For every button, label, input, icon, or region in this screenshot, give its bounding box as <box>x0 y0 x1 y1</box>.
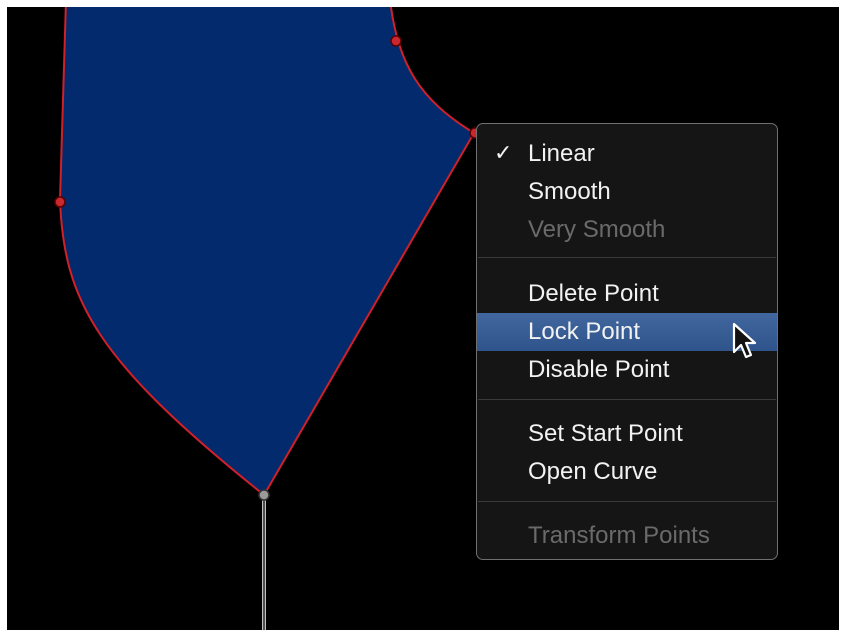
menu-item-label: Transform Points <box>528 522 710 549</box>
menu-item-transform-points: Transform Points <box>477 517 777 555</box>
bezier-shape[interactable] <box>58 7 476 497</box>
menu-item-label: Linear <box>528 140 595 167</box>
menu-item-label: Disable Point <box>528 356 670 383</box>
menu-item-smooth[interactable]: Smooth <box>477 173 777 211</box>
mouse-pointer-icon <box>732 322 757 359</box>
control-point[interactable] <box>54 196 66 208</box>
menu-separator <box>478 257 776 258</box>
menu-item-label: Lock Point <box>528 318 641 345</box>
menu-separator <box>478 399 776 400</box>
menu-item-linear[interactable]: ✓ Linear <box>477 135 777 173</box>
menu-item-label: Open Curve <box>528 458 658 485</box>
menu-separator <box>478 501 776 502</box>
control-point-origin[interactable] <box>258 489 270 501</box>
menu-item-very-smooth: Very Smooth <box>477 211 777 249</box>
menu-item-delete-point[interactable]: Delete Point <box>477 275 777 313</box>
menu-item-open-curve[interactable]: Open Curve <box>477 453 777 491</box>
menu-item-label: Set Start Point <box>528 420 683 447</box>
menu-item-set-start-point[interactable]: Set Start Point <box>477 415 777 453</box>
menu-item-label: Delete Point <box>528 280 659 307</box>
control-point[interactable] <box>390 35 402 47</box>
checkmark-icon: ✓ <box>494 141 513 166</box>
menu-item-label: Very Smooth <box>528 216 666 243</box>
menu-item-label: Smooth <box>528 178 611 205</box>
